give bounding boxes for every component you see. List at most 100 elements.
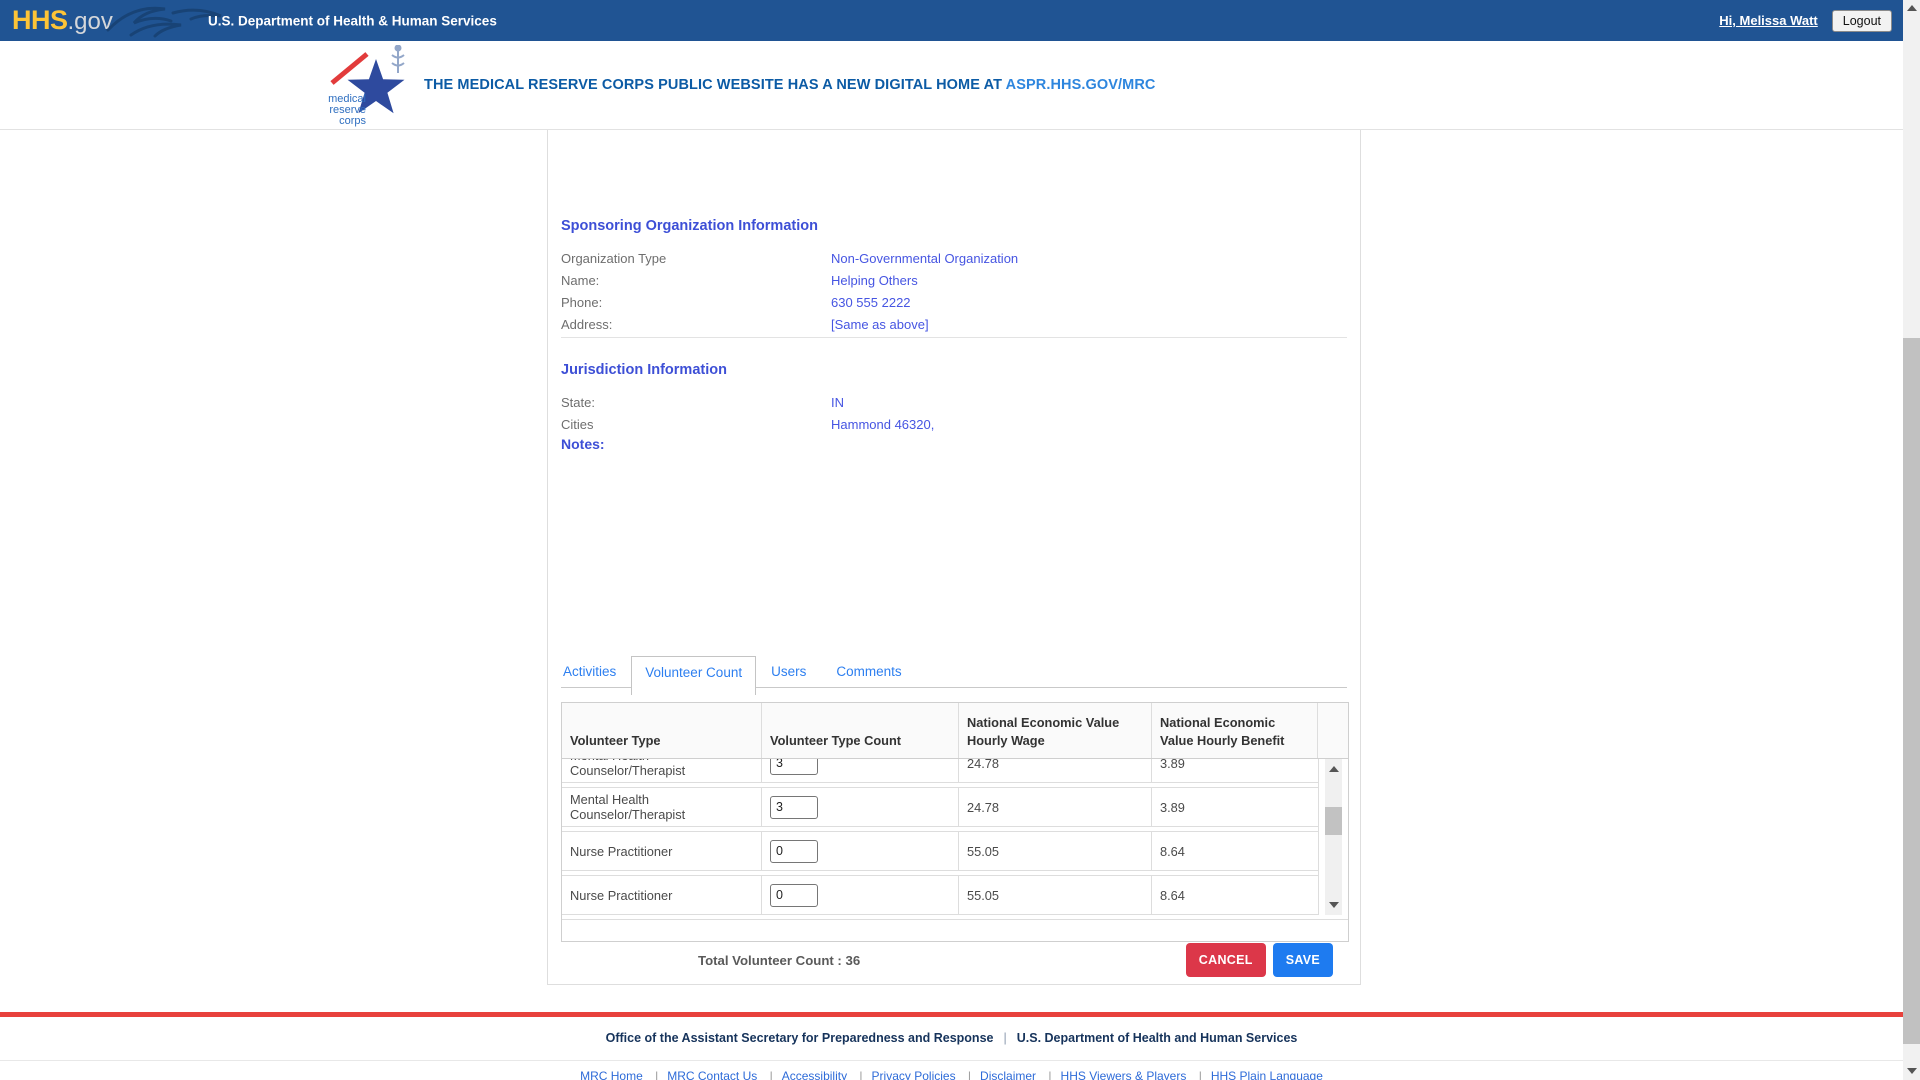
field-row: Phone: 630 555 2222 xyxy=(561,291,1347,313)
cell-hourly-benefit: 3.89 xyxy=(1152,788,1318,826)
aspr-link[interactable]: ASPR.HHS.GOV/MRC xyxy=(1006,77,1156,93)
footer-org-hhs: U.S. Department of Health and Human Serv… xyxy=(1017,1031,1298,1045)
footer-links: MRC Home MRC Contact Us Accessibility Pr… xyxy=(0,1069,1903,1080)
banner-message-text: THE MEDICAL RESERVE CORPS PUBLIC WEBSITE… xyxy=(424,77,1006,93)
jurisdiction-section-title: Jurisdiction Information xyxy=(561,362,1347,378)
cell-hourly-wage: 55.05 xyxy=(959,876,1152,914)
table-scrollbar-thumb[interactable] xyxy=(1325,807,1342,835)
cell-hourly-wage: 24.78 xyxy=(959,759,1152,782)
tab[interactable]: Volunteer Count xyxy=(631,656,756,695)
page: HHS.gov U.S. Department of Health & Huma… xyxy=(0,0,1903,1080)
field-label: Organization Type xyxy=(561,251,831,266)
volunteer-count-input[interactable] xyxy=(770,759,818,775)
footer-link[interactable]: Privacy Policies xyxy=(850,1069,955,1080)
mrc-banner: medical reserve corps THE MEDICAL RESERV… xyxy=(0,41,1903,130)
caduceus-icon xyxy=(392,46,404,74)
table-rows: Mental Health Counselor/Therapist 24.78 … xyxy=(562,759,1318,915)
footer-link[interactable]: HHS Viewers & Players xyxy=(1039,1069,1186,1080)
field-label: Cities xyxy=(561,417,831,432)
content-panel: Sponsoring Organization Information Orga… xyxy=(547,130,1361,985)
logo-word-corps: corps xyxy=(339,115,366,127)
field-row: Address: [Same as above] xyxy=(561,313,1347,335)
save-button[interactable]: SAVE xyxy=(1273,943,1333,977)
volunteer-count-table: Volunteer Type Volunteer Type Count Nati… xyxy=(561,702,1349,942)
table-row: Mental Health Counselor/Therapist 24.78 … xyxy=(562,787,1318,827)
cell-volunteer-type-count xyxy=(762,759,959,782)
table-empty-row xyxy=(562,919,1348,941)
field-value: Hammond 46320, xyxy=(831,417,934,432)
cell-volunteer-type-count xyxy=(762,788,959,826)
tab[interactable]: Users xyxy=(756,656,821,688)
field-value: [Same as above] xyxy=(831,317,929,332)
header-spacer xyxy=(1318,703,1348,758)
field-row: Organization Type Non-Governmental Organ… xyxy=(561,247,1347,269)
table-scroll-viewport: Mental Health Counselor/Therapist 24.78 … xyxy=(562,759,1348,915)
sponsoring-organization-section: Sponsoring Organization Information Orga… xyxy=(561,218,1347,335)
footer-org-line: Office of the Assistant Secretary for Pr… xyxy=(0,1031,1903,1045)
footer-link[interactable]: HHS Plain Language xyxy=(1190,1069,1323,1080)
scroll-down-arrow[interactable] xyxy=(1325,897,1342,913)
field-label: Address: xyxy=(561,317,831,332)
cell-volunteer-type: Mental Health Counselor/Therapist xyxy=(562,759,762,782)
footer-red-divider xyxy=(0,1012,1903,1017)
field-row: State: IN xyxy=(561,391,1347,413)
cell-hourly-benefit: 8.64 xyxy=(1152,832,1318,870)
table-scrollbar-track[interactable] xyxy=(1325,759,1342,915)
footer-separator: | xyxy=(993,1031,1016,1045)
footer-org-aspr: Office of the Assistant Secretary for Pr… xyxy=(606,1031,994,1045)
browser-scroll-up-arrow[interactable] xyxy=(1903,0,1920,17)
field-value: IN xyxy=(831,395,844,410)
sponsor-section-title: Sponsoring Organization Information xyxy=(561,218,1347,234)
tab[interactable]: Comments xyxy=(821,656,916,688)
top-bar: HHS.gov U.S. Department of Health & Huma… xyxy=(0,0,1903,41)
field-row: Name: Helping Others xyxy=(561,269,1347,291)
table-row: Nurse Practitioner 55.05 8.64 xyxy=(562,875,1318,915)
top-bar-right: Hi, Melissa Watt Logout xyxy=(1719,0,1892,41)
user-greeting-link[interactable]: Hi, Melissa Watt xyxy=(1719,13,1817,28)
notes-title: Notes: xyxy=(561,436,605,452)
cell-volunteer-type: Mental Health Counselor/Therapist xyxy=(562,788,762,826)
table-row: Nurse Practitioner 55.05 8.64 xyxy=(562,831,1318,871)
volunteer-count-input[interactable] xyxy=(770,884,818,907)
footer-link[interactable]: MRC Home xyxy=(580,1069,643,1080)
footer-link[interactable]: MRC Contact Us xyxy=(646,1069,757,1080)
scroll-up-arrow[interactable] xyxy=(1325,761,1342,777)
mrc-star-logo: medical reserve corps xyxy=(310,45,414,127)
sponsor-fields: Organization Type Non-Governmental Organ… xyxy=(561,247,1347,335)
field-label: Name: xyxy=(561,273,831,288)
volunteer-count-input[interactable] xyxy=(770,840,818,863)
field-label: Phone: xyxy=(561,295,831,310)
cell-volunteer-type-count xyxy=(762,832,959,870)
hhs-gov-logo[interactable]: HHS.gov xyxy=(12,0,113,45)
footer-link[interactable]: Accessibility xyxy=(761,1069,847,1080)
col-header-nev-hourly-benefit: National Economic Value Hourly Benefit xyxy=(1152,703,1318,758)
cell-hourly-benefit: 8.64 xyxy=(1152,876,1318,914)
tab[interactable]: Activities xyxy=(561,656,631,688)
department-title: U.S. Department of Health & Human Servic… xyxy=(208,13,497,28)
table-footer-row: Total Volunteer Count : 36 CANCEL SAVE xyxy=(561,942,1347,978)
field-label: State: xyxy=(561,395,831,410)
field-row: Cities Hammond 46320, xyxy=(561,413,1347,435)
browser-scrollbar[interactable] xyxy=(1903,0,1920,1080)
footer-link[interactable]: Disclaimer xyxy=(959,1069,1036,1080)
cell-hourly-benefit: 3.89 xyxy=(1152,759,1318,782)
table-scrollbar xyxy=(1318,759,1348,915)
cell-volunteer-type: Nurse Practitioner xyxy=(562,876,762,914)
browser-scrollbar-thumb[interactable] xyxy=(1903,338,1920,1044)
col-header-nev-hourly-wage: National Economic Value Hourly Wage xyxy=(959,703,1152,758)
total-volunteer-count: Total Volunteer Count : 36 xyxy=(698,953,860,968)
section-divider xyxy=(561,337,1347,338)
field-value: 630 555 2222 xyxy=(831,295,911,310)
logout-button[interactable]: Logout xyxy=(1832,10,1892,32)
table-row: Mental Health Counselor/Therapist 24.78 … xyxy=(562,759,1318,783)
field-value: Non-Governmental Organization xyxy=(831,251,1018,266)
footer-rule xyxy=(0,1060,1903,1061)
jurisdiction-section: Jurisdiction Information State: IN Citie… xyxy=(561,362,1347,435)
mrc-banner-message: THE MEDICAL RESERVE CORPS PUBLIC WEBSITE… xyxy=(424,77,1155,93)
table-header-row: Volunteer Type Volunteer Type Count Nati… xyxy=(562,703,1348,759)
volunteer-count-input[interactable] xyxy=(770,796,818,819)
cancel-button[interactable]: CANCEL xyxy=(1186,943,1266,977)
col-header-volunteer-type-count: Volunteer Type Count xyxy=(762,703,959,758)
cell-volunteer-type-count xyxy=(762,876,959,914)
browser-scroll-down-arrow[interactable] xyxy=(1903,1063,1920,1080)
